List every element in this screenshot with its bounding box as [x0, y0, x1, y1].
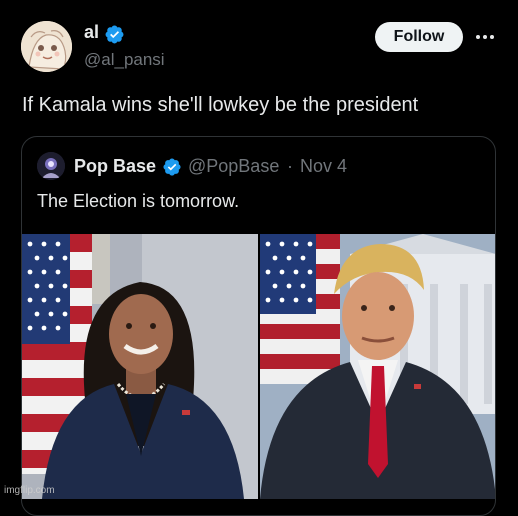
quoted-post-card[interactable]: Pop Base @PopBase · Nov 4 The Election i… — [21, 136, 496, 516]
author-avatar[interactable] — [21, 21, 72, 72]
follow-button[interactable]: Follow — [375, 22, 463, 52]
avatar-illustration — [21, 21, 72, 72]
author-name[interactable]: al — [84, 22, 99, 43]
quote-text: The Election is tomorrow. — [37, 191, 240, 211]
post-text: If Kamala wins she'll lowkey be the pres… — [22, 94, 419, 116]
media-image-right[interactable] — [260, 234, 495, 499]
american-flag — [260, 234, 340, 384]
quote-author-avatar[interactable] — [37, 152, 65, 180]
portrait-photo — [22, 234, 258, 499]
quote-timestamp[interactable]: Nov 4 — [300, 156, 347, 177]
author-handle[interactable]: @al_pansi — [84, 50, 165, 70]
quote-author-name[interactable]: Pop Base — [74, 156, 156, 177]
media-image-left[interactable] — [22, 234, 258, 499]
quote-author-handle[interactable]: @PopBase — [188, 156, 279, 177]
more-options-icon[interactable] — [474, 29, 496, 45]
verified-badge-icon — [163, 158, 181, 176]
watermark: imgflip.com — [4, 485, 55, 496]
verified-badge-icon — [105, 25, 124, 44]
meta-separator: · — [287, 156, 293, 176]
portrait-photo — [260, 234, 495, 499]
avatar-illustration — [37, 152, 65, 180]
